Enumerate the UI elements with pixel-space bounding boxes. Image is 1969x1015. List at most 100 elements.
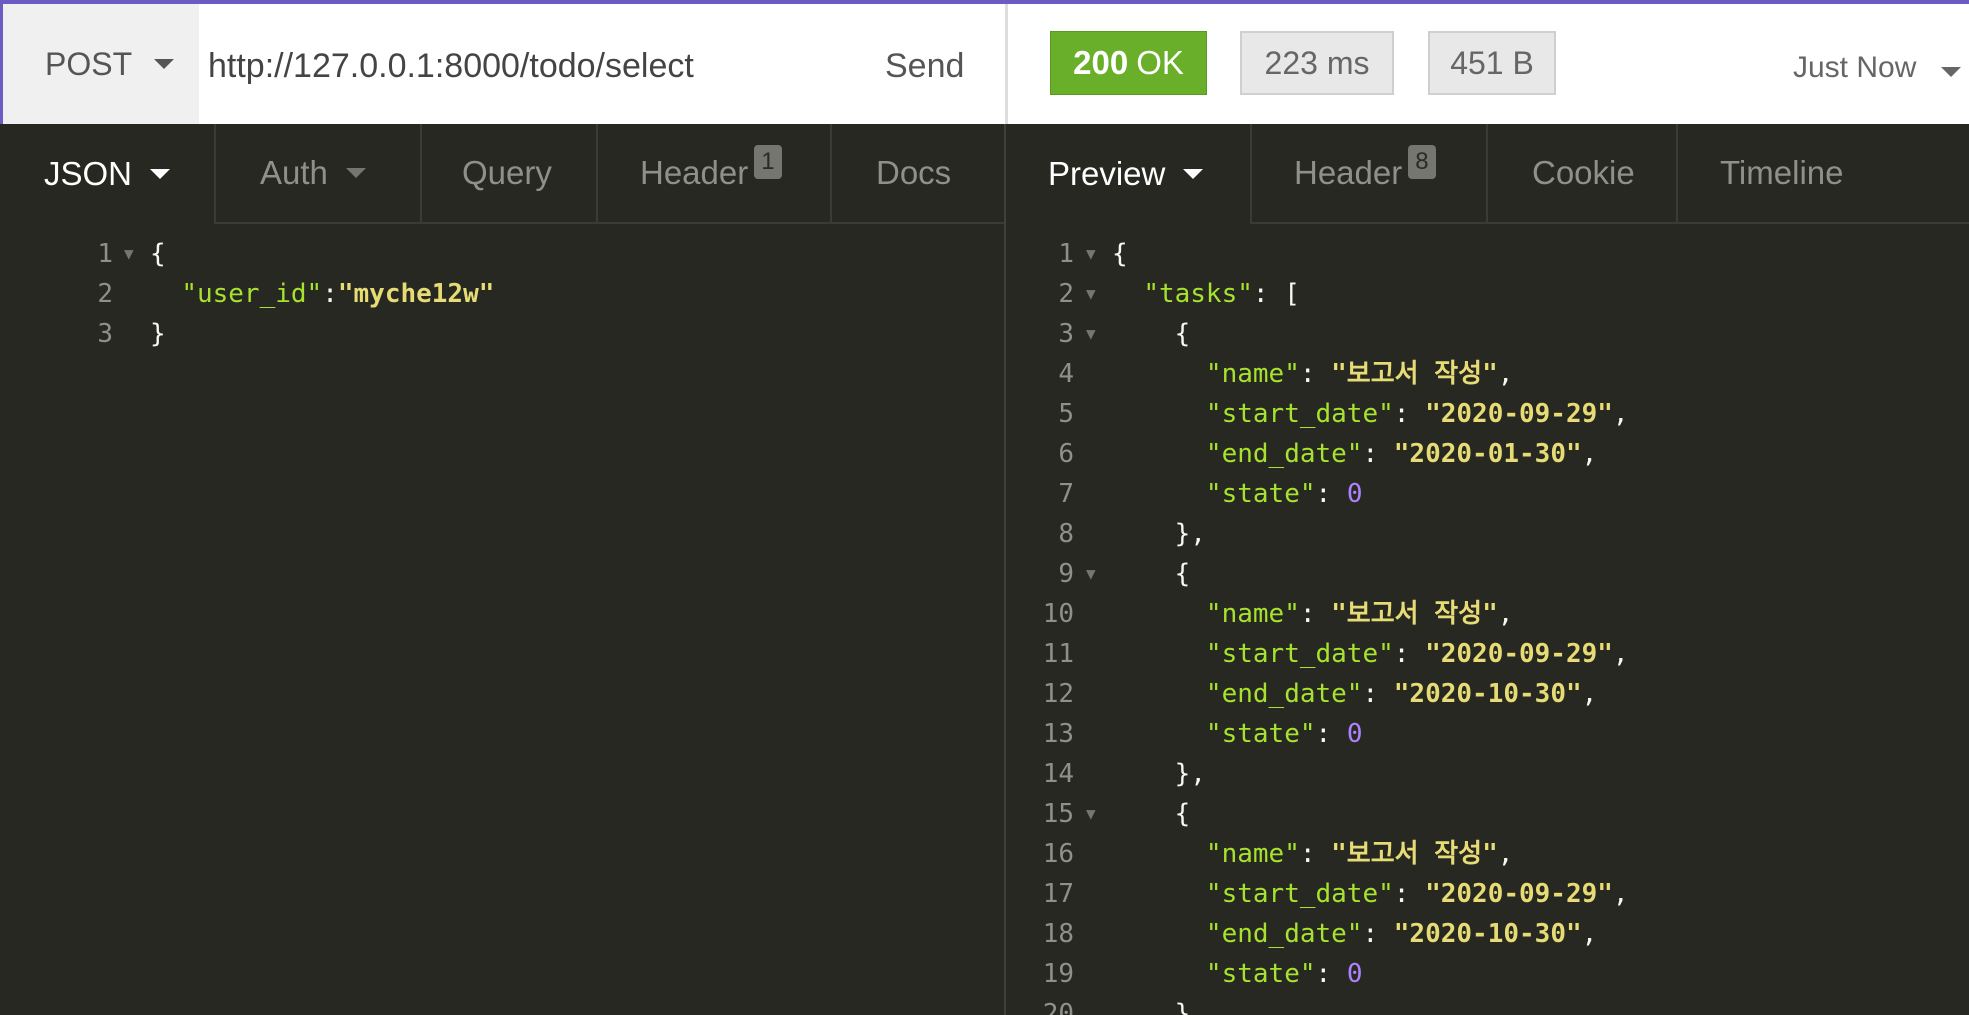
url-input[interactable]: http://127.0.0.1:8000/todo/select bbox=[208, 4, 694, 124]
request-tabs: JSON Auth Query Header 1 Docs bbox=[0, 124, 1004, 224]
header-count-badge: 8 bbox=[1408, 145, 1436, 179]
request-bar: POST http://127.0.0.1:8000/todo/select S… bbox=[0, 0, 1969, 124]
code-line: 4 "name": "보고서 작성", bbox=[1006, 354, 1969, 394]
code-line: 3} bbox=[0, 314, 1004, 354]
line-number: 18 bbox=[1042, 919, 1074, 949]
status-code: 200 bbox=[1073, 44, 1129, 81]
code-line: 9 ▼ { bbox=[1006, 554, 1969, 594]
line-number: 1 bbox=[1058, 239, 1074, 269]
request-body-editor[interactable]: 1 ▼ {2 "user_id":"myche12w" 3} bbox=[0, 234, 1004, 354]
line-number: 3 bbox=[97, 319, 113, 349]
tab-label: Timeline bbox=[1720, 154, 1844, 191]
code-text: "state": 0 bbox=[1205, 959, 1363, 989]
line-number: 14 bbox=[1042, 759, 1074, 789]
code-line: 5 "start_date": "2020-09-29", bbox=[1006, 394, 1969, 434]
code-line: 17 "start_date": "2020-09-29", bbox=[1006, 874, 1969, 914]
code-text: "end_date": "2020-01-30", bbox=[1205, 439, 1598, 469]
response-size-badge: 451 B bbox=[1428, 31, 1556, 95]
tab-preview[interactable]: Preview bbox=[1006, 124, 1252, 224]
code-text: "end_date": "2020-10-30", bbox=[1205, 679, 1598, 709]
fold-arrow-icon[interactable]: ▼ bbox=[1086, 794, 1096, 834]
code-text: }, bbox=[1112, 519, 1206, 549]
code-text: { bbox=[1112, 319, 1191, 349]
chevron-down-icon bbox=[150, 169, 171, 179]
line-number: 11 bbox=[1042, 639, 1074, 669]
code-line: 14 }, bbox=[1006, 754, 1969, 794]
method-label: POST bbox=[45, 45, 133, 82]
line-number: 17 bbox=[1042, 879, 1074, 909]
code-line: 18 "end_date": "2020-10-30", bbox=[1006, 914, 1969, 954]
code-line: 7 "state": 0 bbox=[1006, 474, 1969, 514]
tab-label: Docs bbox=[876, 154, 952, 191]
pane-divider bbox=[1005, 4, 1008, 124]
fold-arrow-icon[interactable]: ▼ bbox=[124, 234, 134, 274]
code-line: 1 ▼ { bbox=[1006, 234, 1969, 274]
tab-label: Header bbox=[640, 154, 749, 191]
code-text: "state": 0 bbox=[1205, 719, 1363, 749]
response-time-badge: 223 ms bbox=[1240, 31, 1394, 95]
code-text: "user_id":"myche12w" bbox=[181, 279, 495, 309]
tab-auth[interactable]: Auth bbox=[216, 124, 422, 224]
line-number: 12 bbox=[1042, 679, 1074, 709]
tab-json[interactable]: JSON bbox=[0, 124, 216, 224]
code-line: 15 ▼ { bbox=[1006, 794, 1969, 834]
line-number: 2 bbox=[97, 279, 113, 309]
line-number: 6 bbox=[1058, 439, 1074, 469]
line-number: 10 bbox=[1042, 599, 1074, 629]
chevron-down-icon bbox=[1940, 67, 1961, 77]
tab-timeline[interactable]: Timeline bbox=[1678, 124, 1969, 224]
fold-arrow-icon[interactable]: ▼ bbox=[1086, 234, 1096, 274]
code-line: 19 "state": 0 bbox=[1006, 954, 1969, 994]
line-number: 20 bbox=[1042, 999, 1074, 1015]
fold-arrow-icon[interactable]: ▼ bbox=[1086, 554, 1096, 594]
code-line: 16 "name": "보고서 작성", bbox=[1006, 834, 1969, 874]
response-tabs: Preview Header 8 Cookie Timeline bbox=[1006, 124, 1969, 224]
code-text: "start_date": "2020-09-29", bbox=[1205, 399, 1629, 429]
chevron-down-icon bbox=[345, 168, 366, 178]
line-number: 3 bbox=[1058, 319, 1074, 349]
line-number: 7 bbox=[1058, 479, 1074, 509]
code-text: { bbox=[150, 239, 166, 269]
tab-query[interactable]: Query bbox=[422, 124, 598, 224]
code-text: "start_date": "2020-09-29", bbox=[1205, 639, 1629, 669]
line-number: 19 bbox=[1042, 959, 1074, 989]
tab-label: Cookie bbox=[1532, 154, 1635, 191]
method-dropdown[interactable]: POST bbox=[3, 4, 199, 124]
code-line: 20 } bbox=[1006, 994, 1969, 1015]
code-line: 13 "state": 0 bbox=[1006, 714, 1969, 754]
response-preview: 1 ▼{2 ▼ "tasks": [3 ▼ {4 "name": "보고서 작성", 5… bbox=[1006, 234, 1969, 1015]
history-dropdown[interactable]: Just Now bbox=[1793, 4, 1961, 124]
tab-response-header[interactable]: Header 8 bbox=[1252, 124, 1488, 224]
code-line: 2 ▼ "tasks": [ bbox=[1006, 274, 1969, 314]
code-text: } bbox=[1112, 999, 1191, 1015]
tab-label: JSON bbox=[44, 155, 133, 192]
code-line: 10 "name": "보고서 작성", bbox=[1006, 594, 1969, 634]
status-badge: 200 OK bbox=[1050, 31, 1207, 95]
line-number: 9 bbox=[1058, 559, 1074, 589]
line-number: 15 bbox=[1042, 799, 1074, 829]
code-text: { bbox=[1112, 239, 1128, 269]
line-number: 5 bbox=[1058, 399, 1074, 429]
tab-cookie[interactable]: Cookie bbox=[1488, 124, 1678, 224]
line-number: 16 bbox=[1042, 839, 1074, 869]
code-text: "name": "보고서 작성", bbox=[1205, 359, 1514, 389]
tab-label: Auth bbox=[260, 154, 328, 191]
code-text: "state": 0 bbox=[1205, 479, 1363, 509]
line-number: 13 bbox=[1042, 719, 1074, 749]
fold-arrow-icon[interactable]: ▼ bbox=[1086, 274, 1096, 314]
status-text: OK bbox=[1136, 44, 1184, 81]
line-number: 1 bbox=[97, 239, 113, 269]
send-button[interactable]: Send bbox=[885, 4, 964, 124]
header-count-badge: 1 bbox=[754, 145, 782, 179]
code-text: }, bbox=[1112, 759, 1206, 789]
chevron-down-icon bbox=[1183, 169, 1204, 179]
code-text: } bbox=[150, 319, 166, 349]
code-line: 11 "start_date": "2020-09-29", bbox=[1006, 634, 1969, 674]
tab-label: Preview bbox=[1048, 155, 1166, 192]
fold-arrow-icon[interactable]: ▼ bbox=[1086, 314, 1096, 354]
tab-docs[interactable]: Docs bbox=[832, 124, 1004, 224]
code-line: 8 }, bbox=[1006, 514, 1969, 554]
tab-header[interactable]: Header 1 bbox=[598, 124, 832, 224]
code-text: "end_date": "2020-10-30", bbox=[1205, 919, 1598, 949]
code-text: "name": "보고서 작성", bbox=[1205, 839, 1514, 869]
